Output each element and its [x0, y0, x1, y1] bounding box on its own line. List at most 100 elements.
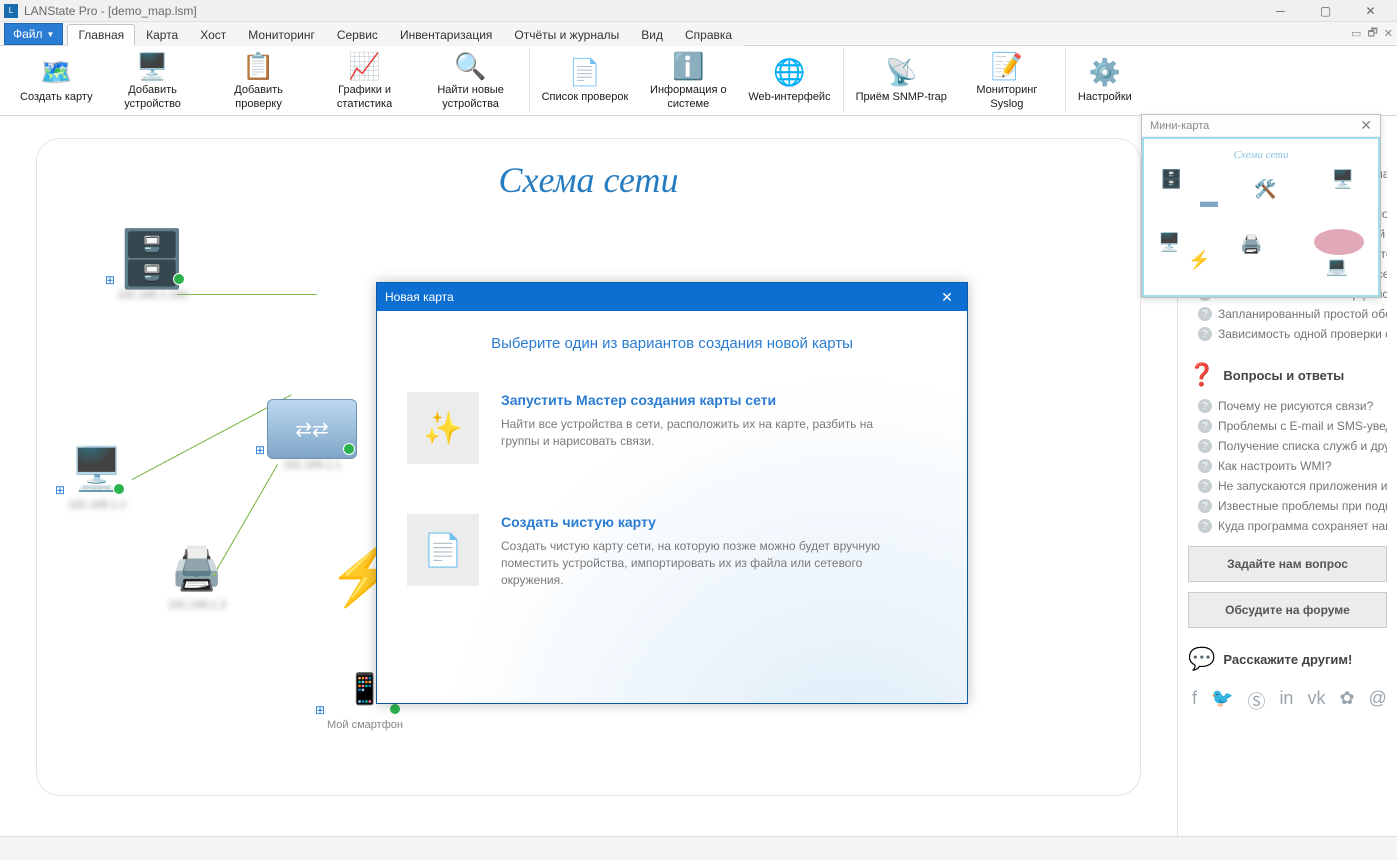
link-line	[177, 294, 317, 295]
qa-link[interactable]: Известные проблемы при подкл...	[1188, 496, 1387, 516]
option-blank-desc: Создать чистую карту сети, на которую по…	[501, 538, 881, 588]
mini-lightning-icon: ⚡	[1188, 250, 1210, 271]
maximize-button[interactable]: ▢	[1303, 0, 1348, 22]
syslog-icon: 📝	[991, 50, 1023, 82]
qa-link[interactable]: Почему не рисуются связи?	[1188, 396, 1387, 416]
printer-icon: 🖨️	[167, 539, 227, 599]
menubar: Файл ▼ Главная Карта Хост Мониторинг Сер…	[0, 22, 1397, 46]
file-menu[interactable]: Файл ▼	[4, 23, 63, 45]
status-dot	[343, 443, 355, 455]
tab-view[interactable]: Вид	[630, 24, 674, 46]
minimap-canvas[interactable]: Схема сети 🗄️ ▬ 🛠️ 🖥️ 🖥️ ⚡ 🖨️ 💻	[1142, 137, 1380, 297]
option-wizard-title[interactable]: Запустить Мастер создания карты сети	[501, 392, 881, 408]
windows-icon: ⊞	[315, 703, 329, 717]
option-blank[interactable]: 📄 Создать чистую карту Создать чистую ка…	[407, 514, 937, 588]
tab-main[interactable]: Главная	[67, 24, 135, 46]
window-title: LANState Pro - [demo_map.lsm]	[24, 4, 1258, 18]
tab-reports[interactable]: Отчёты и журналы	[503, 24, 630, 46]
ribbon-find-devices[interactable]: 🔍Найти новые устройства	[419, 48, 523, 114]
mini-server-icon: 🗄️	[1160, 169, 1182, 190]
close-button[interactable]: ✕	[1348, 0, 1393, 22]
minimize-button[interactable]: ─	[1258, 0, 1303, 22]
device-server[interactable]: 🗄️ ⊞ 192.168.1.100	[117, 229, 187, 301]
option-wizard[interactable]: ✨ Запустить Мастер создания карты сети Н…	[407, 392, 937, 464]
status-dot	[389, 703, 401, 715]
search-icon: 🔍	[455, 50, 487, 82]
minimap-close-button[interactable]: ✕	[1360, 117, 1372, 134]
ribbon-add-device[interactable]: 🖥️Добавить устройство	[101, 48, 205, 114]
chat-icon: 💬	[1188, 646, 1215, 672]
status-bar	[0, 836, 1397, 860]
qa-link[interactable]: Куда программа сохраняет накоп...	[1188, 516, 1387, 536]
email-icon[interactable]: @	[1369, 688, 1387, 714]
mini-pc-icon: 🖥️	[1332, 169, 1354, 190]
device-switch[interactable]: ⇄⇄ ⊞ 192.168.1.1	[267, 399, 357, 471]
mini-printer-icon: 🖨️	[1240, 234, 1262, 255]
tab-help[interactable]: Справка	[674, 24, 743, 46]
device-add-icon: 🖥️	[137, 50, 169, 82]
device-label: 192.168.1.1	[283, 459, 341, 471]
check-add-icon: 📋	[243, 50, 275, 82]
tab-inventory[interactable]: Инвентаризация	[389, 24, 503, 46]
qa-link[interactable]: Не запускаются приложения из м...	[1188, 476, 1387, 496]
ribbon-create-map[interactable]: 🗺️Создать карту	[14, 48, 99, 114]
minimap-panel[interactable]: Мини-карта ✕ Схема сети 🗄️ ▬ 🛠️ 🖥️ 🖥️ ⚡ …	[1141, 114, 1381, 298]
help-link[interactable]: Запланированный простой обор...	[1188, 304, 1387, 324]
ask-question-button[interactable]: Задайте нам вопрос	[1188, 546, 1387, 582]
option-blank-title[interactable]: Создать чистую карту	[501, 514, 881, 530]
dialog-title: Новая карта	[385, 290, 454, 304]
chart-icon: 📈	[349, 50, 381, 82]
ribbon-snmp-trap[interactable]: 📡Приём SNMP-trap	[850, 48, 953, 114]
option-wizard-desc: Найти все устройства в сети, расположить…	[501, 416, 881, 450]
sidebar-section-qa: ❓Вопросы и ответы	[1188, 362, 1387, 388]
vk-icon[interactable]: vk	[1307, 688, 1325, 714]
twitter-icon[interactable]: 🐦	[1211, 688, 1233, 714]
tab-map[interactable]: Карта	[135, 24, 189, 46]
dialog-titlebar[interactable]: Новая карта ✕	[377, 283, 967, 311]
canvas-title: Схема сети	[57, 159, 1120, 201]
ribbon-restore-icon[interactable]: 🗗	[1367, 24, 1377, 43]
device-label: 192.168.1.100	[117, 289, 187, 301]
info-icon: ℹ️	[672, 50, 704, 82]
qa-link[interactable]: Проблемы с E-mail и SMS-уведом...	[1188, 416, 1387, 436]
ribbon-minimize-icon[interactable]: ▭	[1351, 27, 1361, 40]
tab-monitoring[interactable]: Мониторинг	[237, 24, 326, 46]
windows-icon: ⊞	[55, 483, 69, 497]
tab-service[interactable]: Сервис	[326, 24, 389, 46]
help-link[interactable]: Зависимость одной проверки от ...	[1188, 324, 1387, 344]
skype-icon[interactable]: Ⓢ	[1247, 688, 1265, 714]
blank-page-icon: 📄	[407, 514, 479, 586]
device-printer[interactable]: 🖨️ 192.168.1.3	[167, 539, 227, 611]
ribbon-check-list[interactable]: 📄Список проверок	[536, 48, 635, 114]
ribbon-close-icon[interactable]: ✕	[1384, 27, 1393, 40]
device-label: 192.168.1.3	[168, 599, 226, 611]
qa-link[interactable]: Как настроить WMI?	[1188, 456, 1387, 476]
ribbon-web-interface[interactable]: 🌐Web-интерфейс	[742, 48, 836, 114]
dialog-close-button[interactable]: ✕	[935, 289, 959, 306]
ribbon: 🗺️Создать карту 🖥️Добавить устройство 📋Д…	[0, 46, 1397, 116]
facebook-icon[interactable]: f	[1192, 688, 1197, 714]
windows-icon: ⊞	[255, 443, 269, 457]
ribbon-system-info[interactable]: ℹ️Информация о системе	[636, 48, 740, 114]
tab-host[interactable]: Хост	[189, 24, 237, 46]
windows-icon: ⊞	[105, 273, 119, 287]
ribbon-add-check[interactable]: 📋Добавить проверку	[207, 48, 311, 114]
gear-icon: ⚙️	[1089, 57, 1121, 89]
mini-router-icon: 🛠️	[1254, 179, 1276, 200]
mini-laptop-icon: 💻	[1326, 256, 1348, 277]
ribbon-stats[interactable]: 📈Графики и статистика	[313, 48, 417, 114]
ribbon-syslog[interactable]: 📝Мониторинг Syslog	[955, 48, 1059, 114]
odnoklassniki-icon[interactable]: ✿	[1339, 688, 1354, 714]
linkedin-icon[interactable]: in	[1279, 688, 1293, 714]
mini-cloud-icon	[1314, 229, 1364, 255]
sidebar-section-share: 💬Расскажите другим!	[1188, 646, 1387, 672]
forum-button[interactable]: Обсудите на форуме	[1188, 592, 1387, 628]
device-pc[interactable]: 🖥️ ⊞ 192.168.1.2	[67, 439, 127, 511]
qa-link[interactable]: Получение списка служб и друго...	[1188, 436, 1387, 456]
ribbon-settings[interactable]: ⚙️Настройки	[1072, 48, 1138, 114]
mini-switch-icon: ▬	[1200, 191, 1218, 212]
wand-icon: ✨	[407, 392, 479, 464]
list-icon: 📄	[569, 57, 601, 89]
titlebar: L LANState Pro - [demo_map.lsm] ─ ▢ ✕	[0, 0, 1397, 22]
minimap-title: Мини-карта	[1150, 120, 1209, 132]
